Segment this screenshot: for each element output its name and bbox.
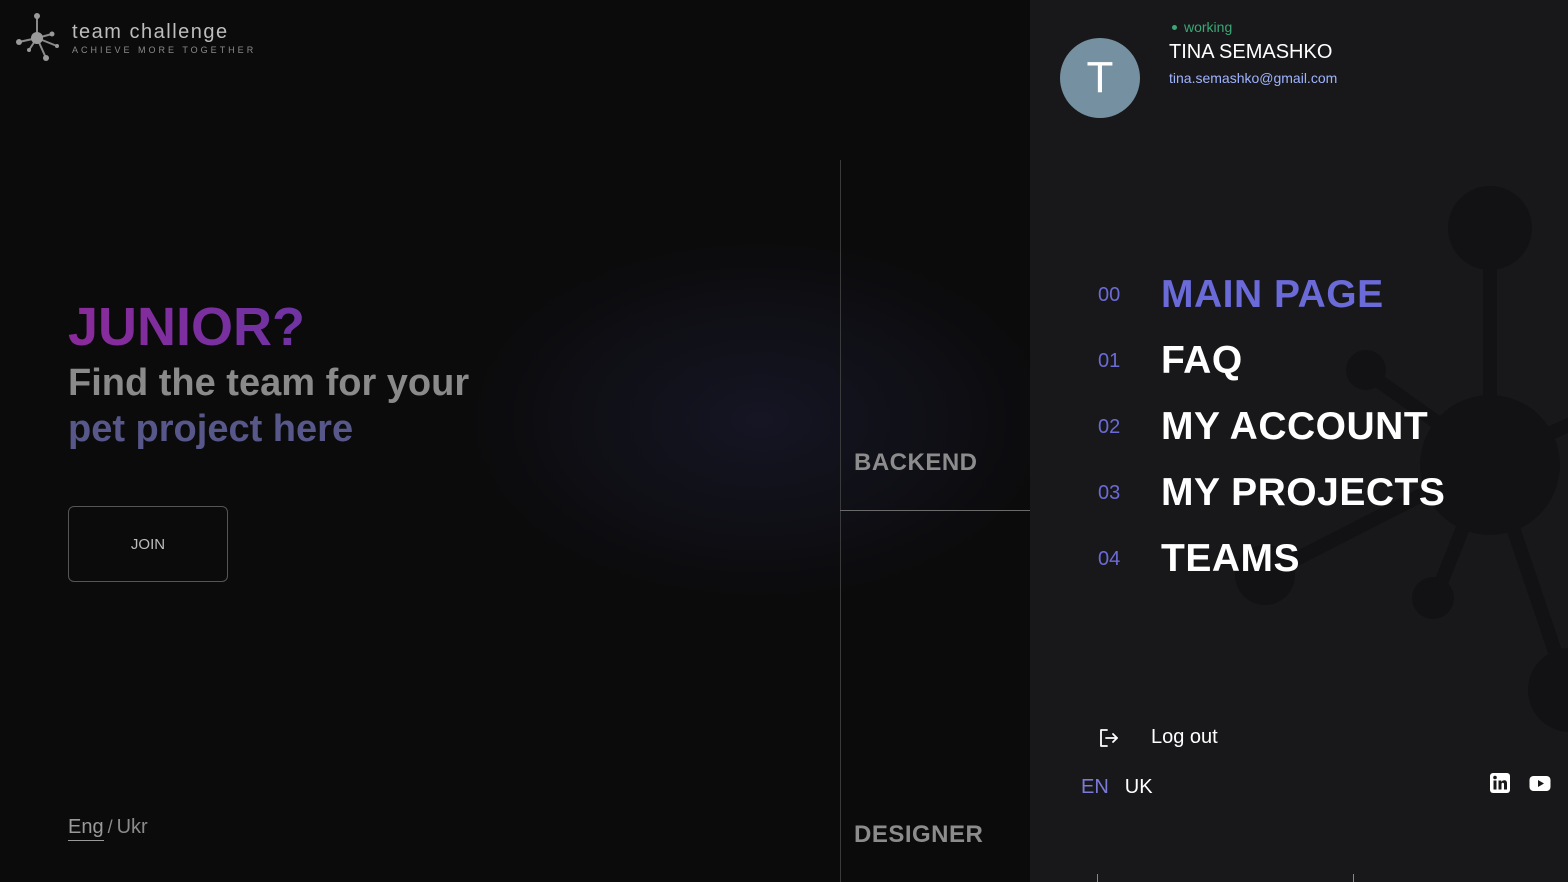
- menu-item-label: TEAMS: [1161, 537, 1300, 580]
- lang-en-button[interactable]: EN: [1081, 776, 1109, 799]
- panel-bottom-tick: [1097, 874, 1098, 882]
- menu-item-label: MAIN PAGE: [1161, 273, 1384, 316]
- user-status: working: [1172, 19, 1232, 35]
- category-divider-horizontal: [840, 510, 1030, 511]
- user-email[interactable]: tina.semashko@gmail.com: [1169, 70, 1337, 86]
- category-divider-vertical: [840, 160, 841, 882]
- status-label: working: [1184, 19, 1233, 35]
- side-menu-panel: T working TINA SEMASHKO tina.semashko@gm…: [1030, 0, 1568, 882]
- category-backend[interactable]: BACKEND: [854, 449, 978, 477]
- menu-item-number: 02: [1098, 415, 1121, 438]
- avatar[interactable]: T: [1060, 38, 1140, 118]
- youtube-icon[interactable]: [1529, 772, 1551, 794]
- lang-separator: /: [107, 817, 113, 837]
- main-menu: 00 MAIN PAGE 01 FAQ 02 MY ACCOUNT 03 MY …: [1098, 262, 1445, 592]
- join-button[interactable]: JOIN: [68, 506, 228, 582]
- menu-item-teams[interactable]: 04 TEAMS: [1098, 526, 1445, 592]
- category-designer[interactable]: DESIGNER: [854, 821, 983, 849]
- menu-item-main-page[interactable]: 00 MAIN PAGE: [1098, 262, 1445, 328]
- brand-logo[interactable]: team challenge ACHIEVE MORE TOGETHER: [12, 12, 256, 64]
- logout-icon: [1100, 728, 1118, 747]
- main-area: team challenge ACHIEVE MORE TOGETHER JUN…: [0, 0, 1030, 882]
- lang-uk-button[interactable]: UK: [1125, 776, 1153, 799]
- user-name: TINA SEMASHKO: [1169, 41, 1333, 63]
- menu-item-label: MY PROJECTS: [1161, 471, 1446, 514]
- hero-tagline-line2: pet project here: [68, 408, 354, 450]
- menu-item-label: MY ACCOUNT: [1161, 405, 1429, 448]
- logout-label: Log out: [1151, 726, 1218, 748]
- menu-item-number: 01: [1098, 349, 1121, 372]
- lang-ukr-link[interactable]: Ukr: [117, 816, 148, 838]
- menu-item-my-projects[interactable]: 03 MY PROJECTS: [1098, 460, 1445, 526]
- menu-item-number: 04: [1098, 547, 1121, 570]
- linkedin-icon[interactable]: [1489, 772, 1511, 794]
- panel-bottom-tick: [1353, 874, 1354, 882]
- menu-item-number: 00: [1098, 283, 1121, 306]
- menu-item-faq[interactable]: 01 FAQ: [1098, 328, 1445, 394]
- molecule-logo-icon: [12, 12, 62, 64]
- menu-item-my-account[interactable]: 02 MY ACCOUNT: [1098, 394, 1445, 460]
- lang-eng-link[interactable]: Eng: [68, 816, 104, 841]
- language-switch-footer: Eng / Ukr: [68, 816, 148, 841]
- language-switch-panel: EN UK: [1081, 776, 1153, 799]
- menu-item-label: FAQ: [1161, 339, 1243, 382]
- status-dot-icon: [1172, 24, 1177, 30]
- logout-button[interactable]: Log out: [1098, 726, 1218, 749]
- menu-item-number: 03: [1098, 481, 1121, 504]
- hero-tagline-line1: Find the team for your: [68, 362, 470, 404]
- hero: JUNIOR? Find the team for your pet proje…: [68, 296, 469, 452]
- brand-subtitle: ACHIEVE MORE TOGETHER: [72, 45, 257, 55]
- brand-title: team challenge: [72, 21, 229, 43]
- hero-headline: JUNIOR?: [68, 296, 469, 358]
